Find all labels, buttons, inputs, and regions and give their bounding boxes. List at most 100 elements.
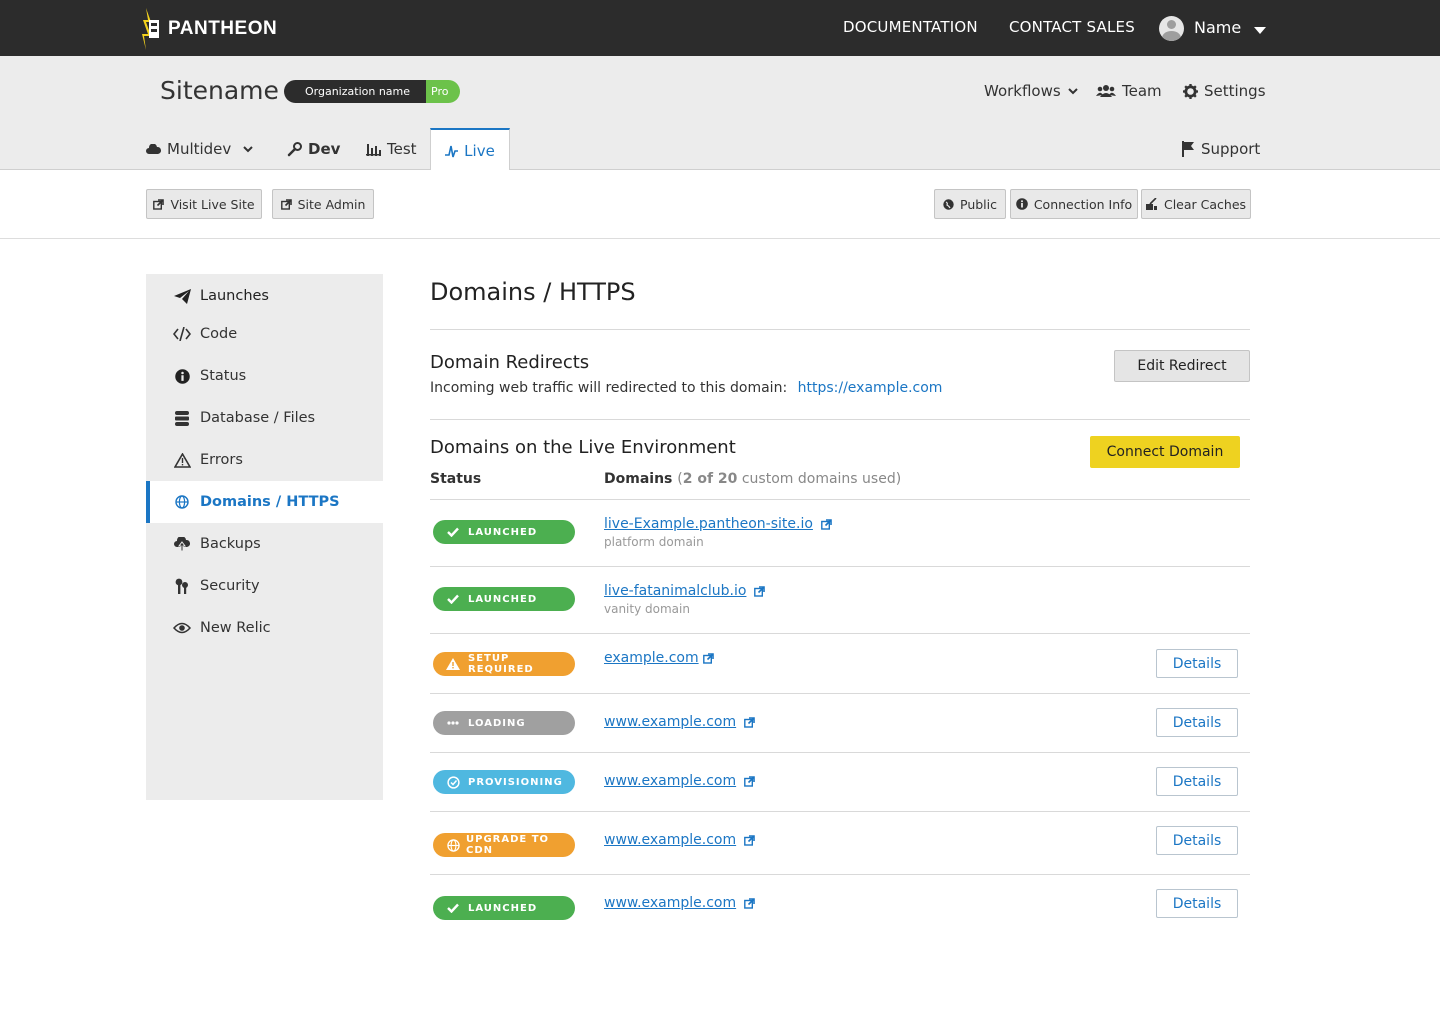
team-link[interactable]: Team: [1096, 82, 1162, 100]
sidebar-item-label: Status: [200, 368, 247, 384]
domain-link[interactable]: www.example.com: [604, 714, 755, 730]
status-badge: UPGRADE TO CDN: [433, 833, 575, 857]
tab-test[interactable]: Test: [366, 128, 417, 170]
status-badge: LAUNCHED: [433, 520, 575, 544]
sidebar-item-label: Domains / HTTPS: [200, 494, 340, 510]
table-row: LAUNCHED live-fatanimalclub.io vanity do…: [430, 567, 1250, 633]
organization-badge[interactable]: Organization name Pro: [284, 80, 461, 103]
tab-test-label: Test: [387, 140, 417, 158]
domain-link[interactable]: www.example.com: [604, 895, 755, 911]
status-label: PROVISIONING: [468, 776, 563, 788]
details-button[interactable]: Details: [1156, 708, 1238, 737]
tab-dev[interactable]: Dev: [287, 128, 340, 170]
sidebar-item-database-files[interactable]: Database / Files: [146, 397, 383, 439]
usage-count: 2 of 20: [682, 471, 738, 487]
warning-icon: [173, 451, 191, 469]
clear-caches-button[interactable]: Clear Caches: [1141, 189, 1251, 219]
column-header-status: Status: [430, 471, 482, 487]
connection-info-button[interactable]: Connection Info: [1010, 189, 1138, 219]
chart-icon: [366, 144, 381, 156]
details-button[interactable]: Details: [1156, 889, 1238, 918]
column-header-domains: Domains (2 of 20 custom domains used): [604, 471, 901, 487]
workflows-label: Workflows: [984, 82, 1061, 100]
domains-section-title: Domains on the Live Environment: [430, 437, 736, 458]
sidebar-item-security[interactable]: Security: [146, 565, 383, 607]
divider: [430, 419, 1250, 420]
column-header-domains-label: Domains: [604, 471, 673, 487]
details-button[interactable]: Details: [1156, 826, 1238, 855]
domain-link[interactable]: www.example.com: [604, 832, 755, 848]
sidebar-item-new-relic[interactable]: New Relic: [146, 607, 383, 649]
status-badge: LOADING: [433, 711, 575, 735]
status-label: UPGRADE TO CDN: [466, 834, 550, 856]
tab-multidev[interactable]: Multidev: [146, 128, 255, 170]
sidebar: Launches Code Status Database / Files Er…: [146, 274, 383, 800]
divider: [430, 329, 1250, 330]
sidebar-item-errors[interactable]: Errors: [146, 439, 383, 481]
cloud-upload-icon: [173, 535, 191, 553]
team-label: Team: [1122, 82, 1162, 100]
details-button[interactable]: Details: [1156, 767, 1238, 796]
domain-name: example.com: [604, 650, 699, 666]
tab-live[interactable]: Live: [430, 128, 510, 171]
chevron-down-icon: [1067, 88, 1078, 95]
external-link-icon: [702, 652, 714, 664]
caret-down-icon[interactable]: [1254, 27, 1266, 34]
tab-live-label: Live: [464, 141, 495, 160]
documentation-link[interactable]: DOCUMENTATION: [843, 18, 978, 36]
broom-icon: [1145, 198, 1157, 210]
external-link-icon: [153, 198, 165, 210]
details-button[interactable]: Details: [1156, 649, 1238, 678]
top-bar: PANTHEON DOCUMENTATION CONTACT SALES Nam…: [0, 0, 1440, 56]
domain-name: live-fatanimalclub.io: [604, 583, 747, 599]
eye-icon: [173, 619, 191, 637]
usage-rest: custom domains used): [737, 471, 902, 487]
sidebar-item-domains-https[interactable]: Domains / HTTPS: [146, 481, 383, 523]
wrench-icon: [287, 141, 302, 156]
avatar[interactable]: [1159, 16, 1184, 41]
redirect-description: Incoming web traffic will redirected to …: [430, 380, 942, 396]
table-row: SETUP REQUIRED example.com Details: [430, 634, 1250, 693]
contact-sales-link[interactable]: CONTACT SALES: [1009, 18, 1135, 36]
sidebar-item-backups[interactable]: Backups: [146, 523, 383, 565]
domain-link[interactable]: www.example.com: [604, 773, 755, 789]
connect-domain-button[interactable]: Connect Domain: [1090, 436, 1240, 468]
user-name[interactable]: Name: [1194, 18, 1241, 37]
sidebar-item-code[interactable]: Code: [146, 313, 383, 355]
database-icon: [173, 409, 191, 427]
ellipsis-icon: [446, 716, 460, 730]
domain-link[interactable]: live-Example.pantheon-site.io: [604, 516, 832, 532]
edit-redirect-button[interactable]: Edit Redirect: [1114, 350, 1250, 382]
sidebar-item-label: Errors: [200, 452, 243, 468]
redirect-link[interactable]: https://example.com: [798, 380, 943, 396]
site-admin-label: Site Admin: [297, 196, 366, 212]
external-link-icon: [744, 834, 755, 846]
pulse-icon: [445, 145, 459, 157]
pantheon-logo[interactable]: PANTHEON: [142, 8, 277, 50]
support-label: Support: [1201, 140, 1261, 158]
workflows-menu[interactable]: Workflows: [984, 82, 1079, 100]
status-label: LOADING: [468, 717, 526, 729]
plan-badge: Pro: [426, 80, 461, 103]
support-link[interactable]: Support: [1182, 128, 1260, 170]
status-badge: LAUNCHED: [433, 587, 575, 611]
domain-link[interactable]: live-fatanimalclub.io: [604, 583, 766, 599]
sidebar-item-launches[interactable]: Launches: [146, 275, 383, 317]
public-label: Public: [960, 196, 997, 212]
visit-live-site-label: Visit Live Site: [170, 196, 255, 212]
domain-type: platform domain: [604, 535, 704, 549]
settings-link[interactable]: Settings: [1183, 82, 1266, 100]
table-row: LAUNCHED live-Example.pantheon-site.io p…: [430, 500, 1250, 566]
status-label: LAUNCHED: [468, 593, 538, 605]
visit-live-site-button[interactable]: Visit Live Site: [146, 189, 262, 219]
site-admin-button[interactable]: Site Admin: [272, 189, 374, 219]
connection-info-label: Connection Info: [1033, 196, 1133, 212]
tab-dev-label: Dev: [308, 140, 341, 158]
flag-icon: [1182, 141, 1194, 157]
redirect-text: Incoming web traffic will redirected to …: [430, 380, 788, 396]
domain-link[interactable]: example.com: [604, 650, 714, 666]
public-button[interactable]: Public: [934, 189, 1006, 219]
external-link-icon: [744, 716, 755, 728]
sidebar-item-status[interactable]: Status: [146, 355, 383, 397]
external-link-icon: [821, 518, 832, 530]
